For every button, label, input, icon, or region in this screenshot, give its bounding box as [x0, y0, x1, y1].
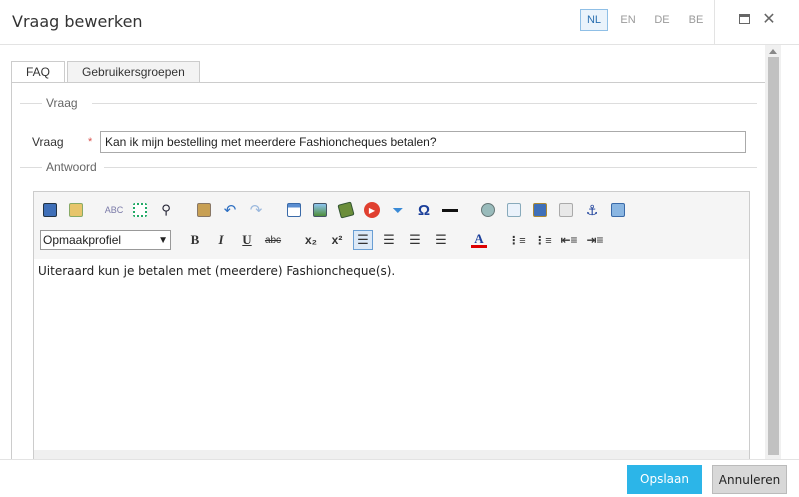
redo-icon[interactable]: ↷	[246, 200, 266, 220]
scroll-up-icon[interactable]	[769, 49, 777, 54]
toolbar-row-1: ABC ⚲ ↶ ↷ ▶ ⏷ Ω ⚓	[40, 200, 634, 220]
question-input[interactable]	[100, 131, 746, 153]
align-left-icon[interactable]: ☰	[353, 230, 373, 250]
scrollbar-thumb[interactable]	[768, 57, 779, 455]
chevron-down-icon: ▼	[158, 234, 168, 246]
fieldset-line	[20, 167, 42, 168]
align-right-icon[interactable]: ☰	[405, 230, 425, 250]
dialog-titlebar: Vraag bewerken NL EN DE BE ✕	[0, 0, 799, 45]
style-select[interactable]: Opmaakprofiel ▼	[40, 230, 171, 250]
subscript-button[interactable]: x₂	[301, 230, 321, 250]
link-icon[interactable]	[478, 200, 498, 220]
bold-button[interactable]: B	[185, 230, 205, 250]
superscript-button[interactable]: x²	[327, 230, 347, 250]
style-select-value: Opmaakprofiel	[43, 233, 122, 247]
anchor-icon[interactable]: ⚓	[582, 200, 602, 220]
editor-content[interactable]: Uiteraard kun je betalen met (meerdere) …	[34, 259, 749, 450]
filter-icon[interactable]: ⏷	[388, 200, 408, 220]
horizontal-rule-icon[interactable]	[440, 200, 460, 220]
fieldset-line	[92, 103, 757, 104]
vertical-scrollbar[interactable]	[765, 45, 781, 459]
paste-word-icon[interactable]	[530, 200, 550, 220]
question-label: Vraag	[32, 135, 64, 149]
lang-de-button[interactable]: DE	[648, 9, 676, 31]
window-icon[interactable]	[608, 200, 628, 220]
undo-icon[interactable]: ↶	[220, 200, 240, 220]
titlebar-divider	[714, 0, 715, 45]
mail-icon[interactable]	[556, 200, 576, 220]
font-color-label: A	[474, 231, 484, 246]
underline-button[interactable]: U	[237, 230, 257, 250]
save-button[interactable]: Opslaan	[627, 465, 702, 494]
tab-gebruikersgroepen[interactable]: Gebruikersgroepen	[67, 61, 200, 83]
tab-faq[interactable]: FAQ	[11, 61, 66, 83]
lang-en-button[interactable]: EN	[614, 9, 642, 31]
lang-be-button[interactable]: BE	[682, 9, 710, 31]
maximize-icon	[739, 14, 750, 24]
strikethrough-button[interactable]: abc	[263, 230, 283, 250]
align-justify-icon[interactable]: ☰	[431, 230, 451, 250]
answer-legend: Antwoord	[42, 160, 101, 174]
toolbar-row-2: Opmaakprofiel ▼ B I U abc x₂ x² ☰ ☰ ☰ ☰	[40, 230, 611, 250]
outdent-icon[interactable]: ⇤≡	[559, 230, 579, 250]
image-icon[interactable]	[310, 200, 330, 220]
editor-toolbar: ABC ⚲ ↶ ↷ ▶ ⏷ Ω ⚓ Opmaakprofiel ▼ B I U …	[34, 192, 749, 259]
required-mark: *	[88, 136, 93, 148]
fieldset-line	[20, 103, 42, 104]
fieldset-line	[104, 167, 757, 168]
flash-icon[interactable]	[336, 200, 356, 220]
italic-button[interactable]: I	[211, 230, 231, 250]
unordered-list-icon[interactable]: ⋮≡	[533, 230, 553, 250]
faq-panel: Vraag Vraag * Antwoord ABC ⚲ ↶	[11, 83, 771, 460]
dialog-title: Vraag bewerken	[12, 12, 143, 31]
source-icon[interactable]	[40, 200, 60, 220]
language-switcher: NL EN DE BE	[580, 9, 710, 31]
close-button[interactable]: ✕	[761, 12, 777, 28]
cancel-button[interactable]: Annuleren	[712, 465, 787, 494]
special-char-icon[interactable]: Ω	[414, 200, 434, 220]
maximize-button[interactable]	[737, 12, 753, 28]
template-icon[interactable]	[66, 200, 86, 220]
table-icon[interactable]	[284, 200, 304, 220]
tab-bar: FAQ Gebruikersgroepen	[11, 61, 202, 83]
dialog-footer: Opslaan Annuleren	[0, 459, 799, 497]
indent-icon[interactable]: ⇥≡	[585, 230, 605, 250]
align-center-icon[interactable]: ☰	[379, 230, 399, 250]
select-all-icon[interactable]	[130, 200, 150, 220]
paste-icon[interactable]	[194, 200, 214, 220]
rich-text-editor: ABC ⚲ ↶ ↷ ▶ ⏷ Ω ⚓ Opmaakprofiel ▼ B I U …	[33, 191, 750, 460]
media-icon[interactable]: ▶	[362, 200, 382, 220]
spellcheck-icon[interactable]: ABC	[104, 200, 124, 220]
find-icon[interactable]: ⚲	[156, 200, 176, 220]
question-legend: Vraag	[42, 96, 82, 110]
ordered-list-icon[interactable]: ⋮≡	[507, 230, 527, 250]
font-color-icon[interactable]: A	[469, 230, 489, 250]
lang-nl-button[interactable]: NL	[580, 9, 608, 31]
document-icon[interactable]	[504, 200, 524, 220]
close-icon: ✕	[762, 11, 776, 28]
dialog-content: FAQ Gebruikersgroepen Vraag Vraag * Antw…	[11, 45, 786, 460]
